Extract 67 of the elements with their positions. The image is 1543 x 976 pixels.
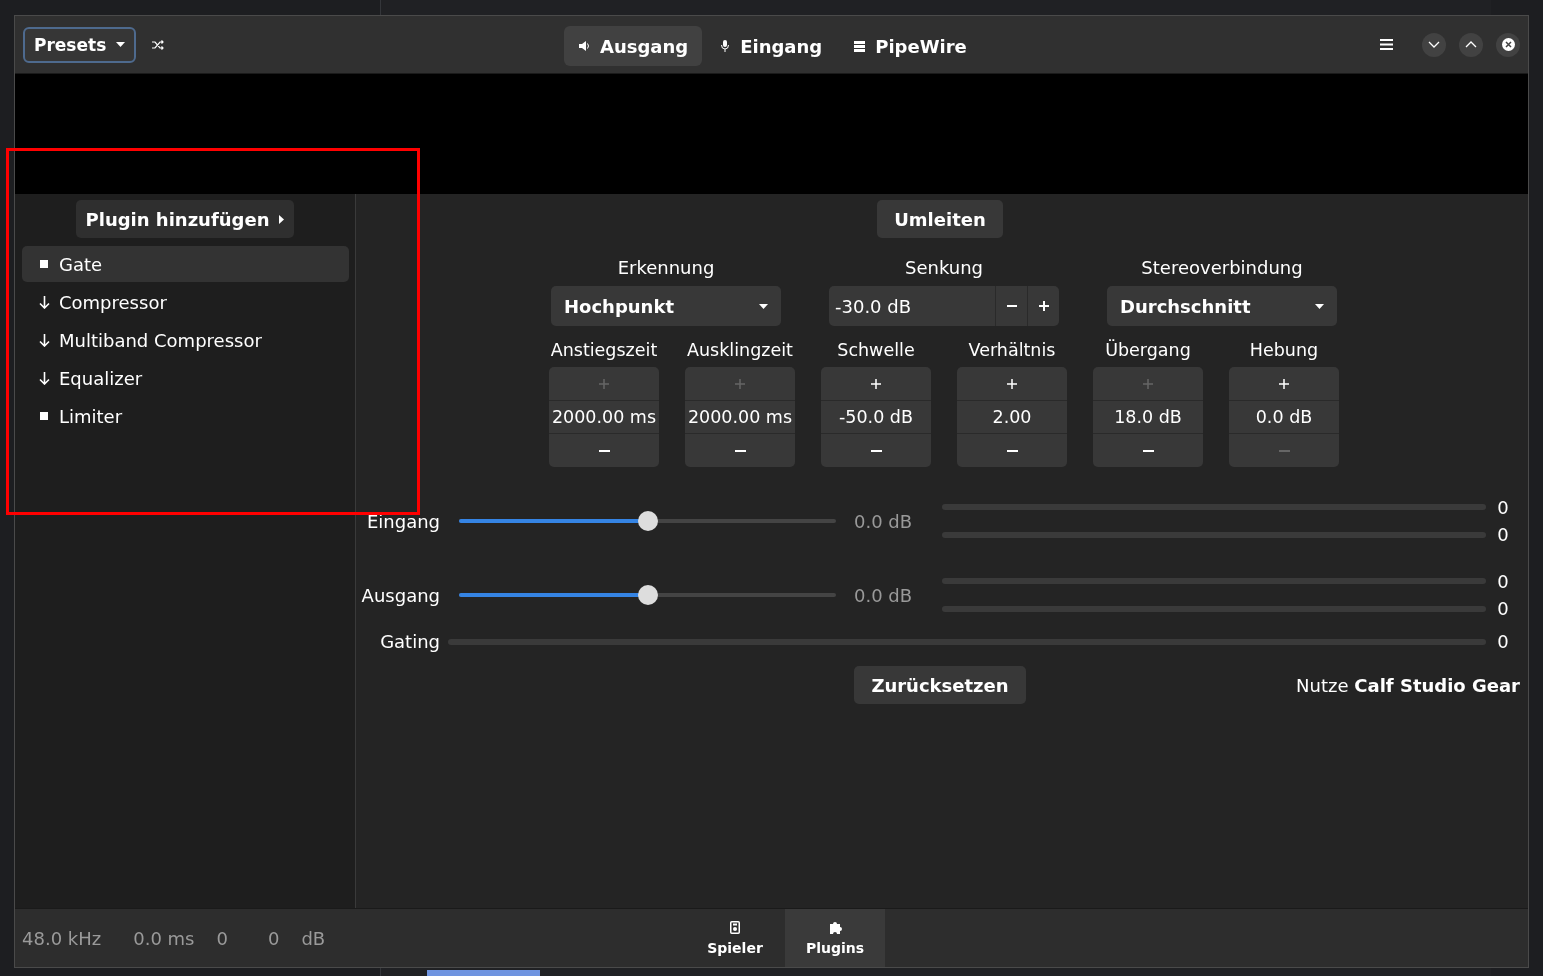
close-icon [1501, 38, 1515, 51]
caret-icon [116, 42, 126, 47]
gain-slider[interactable] [459, 511, 836, 531]
plugin-list-item[interactable]: Limiter [22, 398, 349, 434]
field-label: Verhältnis [967, 340, 1057, 360]
bypass-button[interactable]: Umleiten [877, 200, 1003, 238]
plugin-list-item[interactable]: Compressor [22, 284, 349, 320]
dropdown[interactable]: Durchschnitt [1107, 286, 1337, 326]
caret-icon [279, 214, 285, 224]
caret-icon [1315, 303, 1324, 309]
meter-value: 0 [1497, 571, 1509, 592]
minimize-button[interactable] [1422, 32, 1446, 57]
gain-reading: 0.0 dB [854, 510, 913, 532]
gain-slider[interactable] [459, 585, 836, 605]
puzzle-icon [828, 920, 842, 934]
dropdown[interactable]: Hochpunkt [551, 286, 781, 326]
meter-value: 0 [1497, 497, 1509, 518]
chevron-down-icon [1428, 41, 1440, 48]
square-icon [40, 412, 48, 420]
media-player-icon [730, 920, 740, 934]
plus-icon [1038, 301, 1049, 311]
maximize-button[interactable] [1459, 32, 1483, 57]
gain-reading: 0.0 dB [854, 584, 913, 606]
presets-button[interactable]: Presets [23, 26, 137, 63]
down-arrow-icon [38, 371, 50, 385]
status-text: 0 [267, 927, 280, 949]
microphone-icon [720, 40, 731, 52]
minus-icon [1006, 305, 1017, 307]
close-button[interactable] [1496, 32, 1520, 57]
caret-icon [759, 303, 768, 309]
server-icon [854, 40, 866, 52]
level-label: Ausgang [360, 584, 440, 606]
status-text: 0 [216, 927, 228, 949]
reset-button[interactable]: Zurücksetzen [854, 666, 1026, 704]
meter-value: 0 [1497, 631, 1509, 652]
view-tab[interactable]: Ausgang [564, 26, 703, 66]
page-tab[interactable]: Plugins [785, 909, 885, 967]
down-arrow-icon [38, 295, 50, 309]
down-arrow-icon [38, 333, 50, 347]
plugin-list-item[interactable]: Multiband Compressor [22, 322, 349, 358]
level-label: Gating [379, 631, 440, 652]
plugin-list-item[interactable]: Equalizer [22, 360, 349, 396]
speaker-icon [578, 40, 590, 52]
field-label: Übergang [1104, 340, 1192, 360]
field-label: Ausklingzeit [686, 340, 794, 360]
plugin-list-item[interactable]: Gate [22, 246, 349, 282]
slider-handle[interactable] [637, 511, 658, 531]
slider-handle[interactable] [637, 585, 658, 605]
square-icon [40, 260, 48, 268]
field-label: Anstiegszeit [549, 340, 659, 360]
level-label: Eingang [365, 510, 440, 532]
status-text: dB [301, 927, 326, 949]
field-label: Stereoverbindung [1141, 257, 1303, 278]
page-tab[interactable]: Spieler [685, 909, 785, 967]
chevron-up-icon [1465, 41, 1477, 48]
status-text: 0.0 ms [133, 927, 195, 949]
view-tab[interactable]: Eingang [706, 26, 837, 66]
meter-value: 0 [1497, 524, 1509, 545]
view-tab[interactable]: PipeWire [840, 26, 981, 66]
add-plugin-button[interactable]: Plugin hinzufügen [75, 200, 295, 238]
field-label: Erkennung [617, 257, 715, 278]
field-label: Hebung [1248, 340, 1320, 360]
credit-text: Nutze Calf Studio Gear [1296, 674, 1520, 696]
meter-value: 0 [1497, 598, 1509, 619]
field-label: Schwelle [836, 340, 916, 360]
field-label: Senkung [905, 257, 983, 278]
status-text: 48.0 kHz [22, 927, 102, 949]
